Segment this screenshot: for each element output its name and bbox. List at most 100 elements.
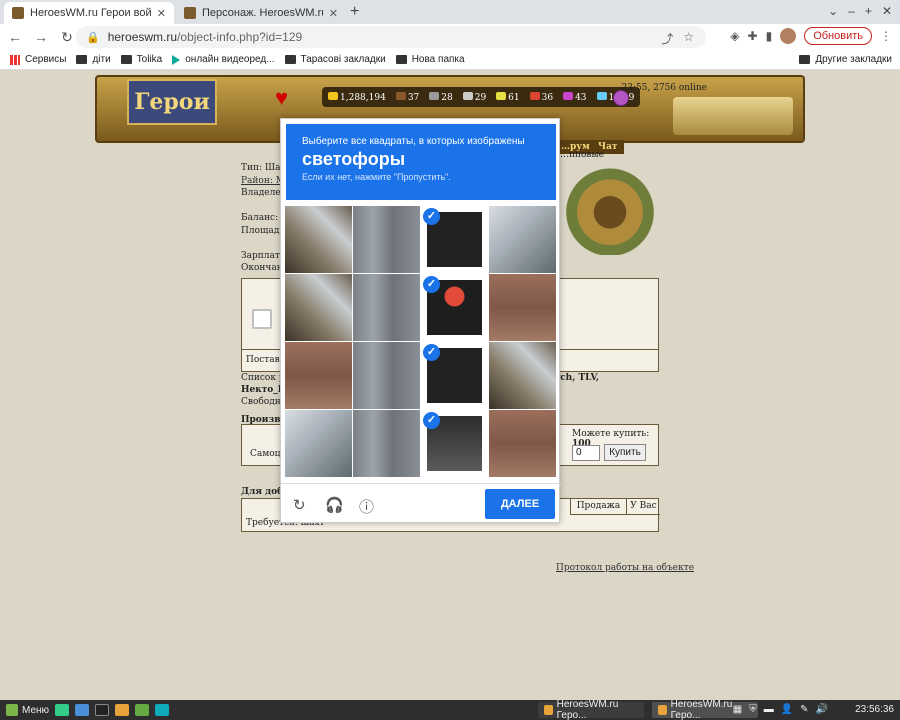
shield-icon[interactable]: ⛨ [749, 704, 757, 715]
share-icon[interactable]: ⤴ [661, 30, 673, 47]
captcha-target: светофоры [302, 149, 406, 169]
tab-heroeswm-1[interactable]: HeroesWM.ru Герои войны и ✕ [4, 2, 174, 24]
captcha-footer: ↻ 🎧 ⓘ ДАЛЕЕ [281, 483, 561, 524]
chrome-icon[interactable] [115, 704, 130, 716]
bookmark-folder-tolika[interactable]: Tolika [120, 54, 163, 65]
captcha-hint: Если их нет, нажмите "Пропустить". [302, 172, 451, 182]
game-logo[interactable]: Герои [127, 79, 217, 125]
captcha-tile-selected[interactable]: ✓ [421, 274, 488, 341]
captcha-tile[interactable] [285, 342, 352, 409]
captcha-dialog: Выберите все квадраты, в которых изображ… [280, 118, 561, 524]
task-heroeswm-1[interactable]: HeroesWM.ru Геро... [538, 699, 644, 720]
resource-value: 28 [441, 92, 453, 103]
close-icon[interactable]: ✕ [157, 7, 166, 20]
captcha-tile[interactable] [489, 342, 556, 409]
captcha-instruction: Выберите все квадраты, в которых изображ… [302, 136, 525, 147]
captcha-tile[interactable] [489, 274, 556, 341]
sidepanel-icon[interactable]: ▮ [766, 29, 773, 43]
bookmark-folder-kids[interactable]: діти [76, 54, 111, 65]
captcha-tile[interactable] [489, 206, 556, 273]
reload-icon[interactable]: ↻ [293, 496, 306, 514]
info-icon[interactable]: ⓘ [359, 496, 374, 517]
captcha-tile[interactable] [353, 342, 420, 409]
bookmark-label: Tolika [136, 54, 163, 65]
ore-icon [429, 91, 440, 100]
captcha-tile[interactable] [285, 274, 352, 341]
headphones-icon[interactable]: 🎧 [325, 496, 344, 514]
check-icon: ✓ [423, 412, 440, 429]
reload-icon[interactable]: ↻ [56, 29, 78, 46]
bookmark-video-editor[interactable]: онлайн видеоред... [172, 54, 275, 65]
desktop-icon[interactable] [55, 704, 70, 716]
captcha-tile[interactable] [285, 206, 352, 273]
next-button[interactable]: ДАЛЕЕ [485, 489, 555, 519]
captcha-tile[interactable] [285, 410, 352, 477]
captcha-tile[interactable] [353, 410, 420, 477]
captcha-header: Выберите все квадраты, в которых изображ… [286, 124, 556, 200]
resource-value: 29 [474, 92, 487, 103]
settings-icon[interactable] [75, 704, 90, 716]
buy-button[interactable]: Купить [604, 444, 646, 461]
maximize-icon[interactable]: + [865, 4, 872, 18]
column-have: У Вас [626, 499, 660, 515]
bookmark-label: Сервисы [25, 54, 67, 65]
castle-image [673, 97, 793, 135]
bookmark-folder-taras[interactable]: Тарасові закладки [284, 54, 386, 65]
close-icon[interactable]: ✕ [329, 7, 338, 20]
resource-value: 1,288,194 [340, 92, 386, 103]
bookmark-folder-new[interactable]: Нова папка [395, 54, 465, 65]
folder-icon [120, 55, 132, 64]
heart-icon[interactable]: ♥ [275, 85, 288, 111]
pen-icon[interactable]: ✎ [800, 704, 808, 715]
captcha-tile[interactable] [489, 410, 556, 477]
captcha-tile[interactable] [353, 206, 420, 273]
bookmark-other[interactable]: Другие закладки [799, 54, 892, 65]
object-type-text: …пповые [560, 150, 604, 160]
address-bar[interactable]: 🔒 heroeswm.ru/object-info.php?id=129 ⤴ ☆ [76, 26, 706, 48]
protocol-link[interactable]: Протокол работы на объекте [556, 563, 694, 573]
heroes-favicon-icon [12, 7, 24, 19]
flag-icon[interactable]: ▬ [764, 704, 774, 715]
window-controls: ⌄ – + ✕ [828, 4, 892, 18]
captcha-tile-selected[interactable]: ✓ [421, 206, 488, 273]
resource-sulfur: 61 [496, 91, 520, 103]
volume-icon[interactable]: 🔊 [816, 704, 828, 715]
forward-icon[interactable]: → [30, 29, 52, 45]
chrome-icon [658, 705, 667, 715]
resource-value: 43 [575, 92, 587, 103]
bookmark-services[interactable]: Сервисы [10, 54, 66, 65]
bookmark-star-icon[interactable]: ☆ [683, 30, 694, 47]
check-icon: ✓ [423, 208, 440, 225]
quantity-input[interactable]: 0 [572, 445, 600, 461]
tab-title: HeroesWM.ru Герои войны и [30, 7, 151, 19]
terminal-icon[interactable] [95, 704, 110, 716]
back-icon[interactable]: ← [4, 29, 26, 45]
menu-dots-icon[interactable]: ⋮ [880, 29, 892, 43]
resource-gold: 1,288,194 [328, 91, 386, 103]
captcha-tile-selected[interactable]: ✓ [421, 342, 488, 409]
new-tab-button[interactable]: + [350, 3, 359, 21]
user-icon[interactable]: 👤 [781, 704, 793, 715]
files-icon[interactable] [135, 704, 150, 716]
resource-mercury: 29 [462, 91, 487, 103]
network-icon[interactable]: ▦ [733, 704, 742, 715]
skype-icon[interactable] [155, 704, 170, 716]
sulfur-icon [496, 91, 507, 100]
captcha-tile[interactable] [353, 274, 420, 341]
puzzle-icon[interactable]: ✚ [748, 29, 758, 43]
minimize-icon[interactable]: – [848, 4, 855, 18]
folder-icon [76, 55, 88, 64]
recaptcha-checkbox[interactable] [252, 309, 272, 329]
lock-icon[interactable]: 🔒 [86, 31, 100, 44]
start-menu-button[interactable]: Меню [0, 704, 49, 716]
update-button[interactable]: Обновить [804, 27, 872, 45]
bookmark-label: Нова папка [411, 54, 465, 65]
heroes-favicon-icon [184, 7, 196, 19]
captcha-tile-selected[interactable]: ✓ [421, 410, 488, 477]
close-window-icon[interactable]: ✕ [882, 4, 892, 18]
extension-icon[interactable]: ◈ [730, 29, 739, 43]
tab-heroeswm-2[interactable]: Персонаж. HeroesWM.ru Герои ✕ [176, 2, 346, 24]
resource-value: 61 [508, 92, 520, 103]
chevron-down-icon[interactable]: ⌄ [828, 4, 838, 18]
avatar[interactable] [780, 28, 797, 44]
